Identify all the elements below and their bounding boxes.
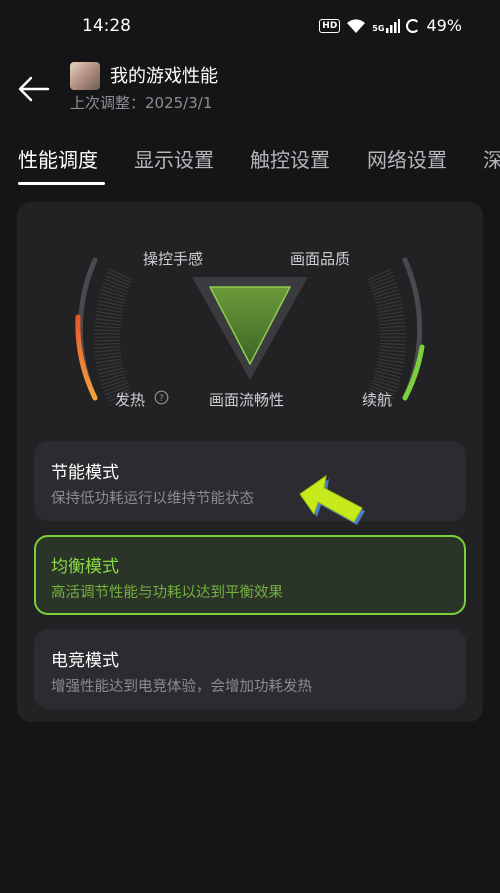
mode-balanced[interactable]: 均衡模式 高活调节性能与功耗以达到平衡效果 <box>34 535 466 615</box>
back-arrow-icon[interactable] <box>16 71 52 107</box>
mode-desc: 增强性能达到电竞体验，会增加功耗发热 <box>51 679 312 695</box>
performance-card: 操控手感 画面品质 画面流畅性 发热 ? 续航 节能模式 保持低功耗运行以维持节… <box>17 202 483 722</box>
battery-percent: 49% <box>426 16 462 35</box>
mode-title: 电竞模式 <box>51 651 119 671</box>
left-tick-ring <box>94 268 133 406</box>
label-battery-life: 续航 <box>362 391 393 409</box>
tab-performance[interactable]: 性能调度 <box>18 144 98 173</box>
right-tick-ring <box>367 268 406 406</box>
tab-display[interactable]: 显示设置 <box>134 144 214 173</box>
mode-desc: 高活调节性能与功耗以达到平衡效果 <box>51 585 283 601</box>
tab-active-indicator <box>18 182 105 185</box>
page-title: 我的游戏性能 <box>110 66 218 87</box>
cellular-5g-label: 5G <box>372 23 385 33</box>
mode-title: 节能模式 <box>51 463 119 483</box>
status-icons: HD 5G 49% <box>319 16 462 35</box>
label-smoothness: 画面流畅性 <box>209 391 285 409</box>
help-icon[interactable]: ? <box>154 390 169 405</box>
header: 我的游戏性能 上次调整：2025/3/1 <box>0 56 500 126</box>
tab-bar: 性能调度 显示设置 触控设置 网络设置 深 <box>0 140 500 190</box>
mode-power-saving[interactable]: 节能模式 保持低功耗运行以维持节能状态 <box>34 441 466 521</box>
mode-desc: 保持低功耗运行以维持节能状态 <box>51 491 254 507</box>
pointer-arrow-icon <box>299 474 365 525</box>
mode-title: 均衡模式 <box>51 557 119 577</box>
status-time: 14:28 <box>82 16 131 36</box>
tab-more[interactable]: 深 <box>483 144 500 173</box>
hd-icon: HD <box>319 18 341 33</box>
label-heat: 发热 <box>115 391 146 409</box>
tab-network[interactable]: 网络设置 <box>367 144 447 173</box>
status-bar: 14:28 HD 5G 49% <box>0 0 500 56</box>
label-control-feel: 操控手感 <box>143 250 204 268</box>
battery-icon <box>406 18 421 33</box>
tab-touch[interactable]: 触控设置 <box>250 144 330 173</box>
label-image-quality: 画面品质 <box>290 250 351 268</box>
mode-esports[interactable]: 电竞模式 增强性能达到电竞体验，会增加功耗发热 <box>34 629 466 709</box>
battery-gauge-fill <box>402 344 425 401</box>
svg-text:?: ? <box>159 394 164 404</box>
last-adjusted: 上次调整：2025/3/1 <box>70 94 213 112</box>
wifi-icon <box>347 18 366 33</box>
cellular-signal-icon: 5G <box>372 18 401 33</box>
avatar <box>70 62 100 90</box>
